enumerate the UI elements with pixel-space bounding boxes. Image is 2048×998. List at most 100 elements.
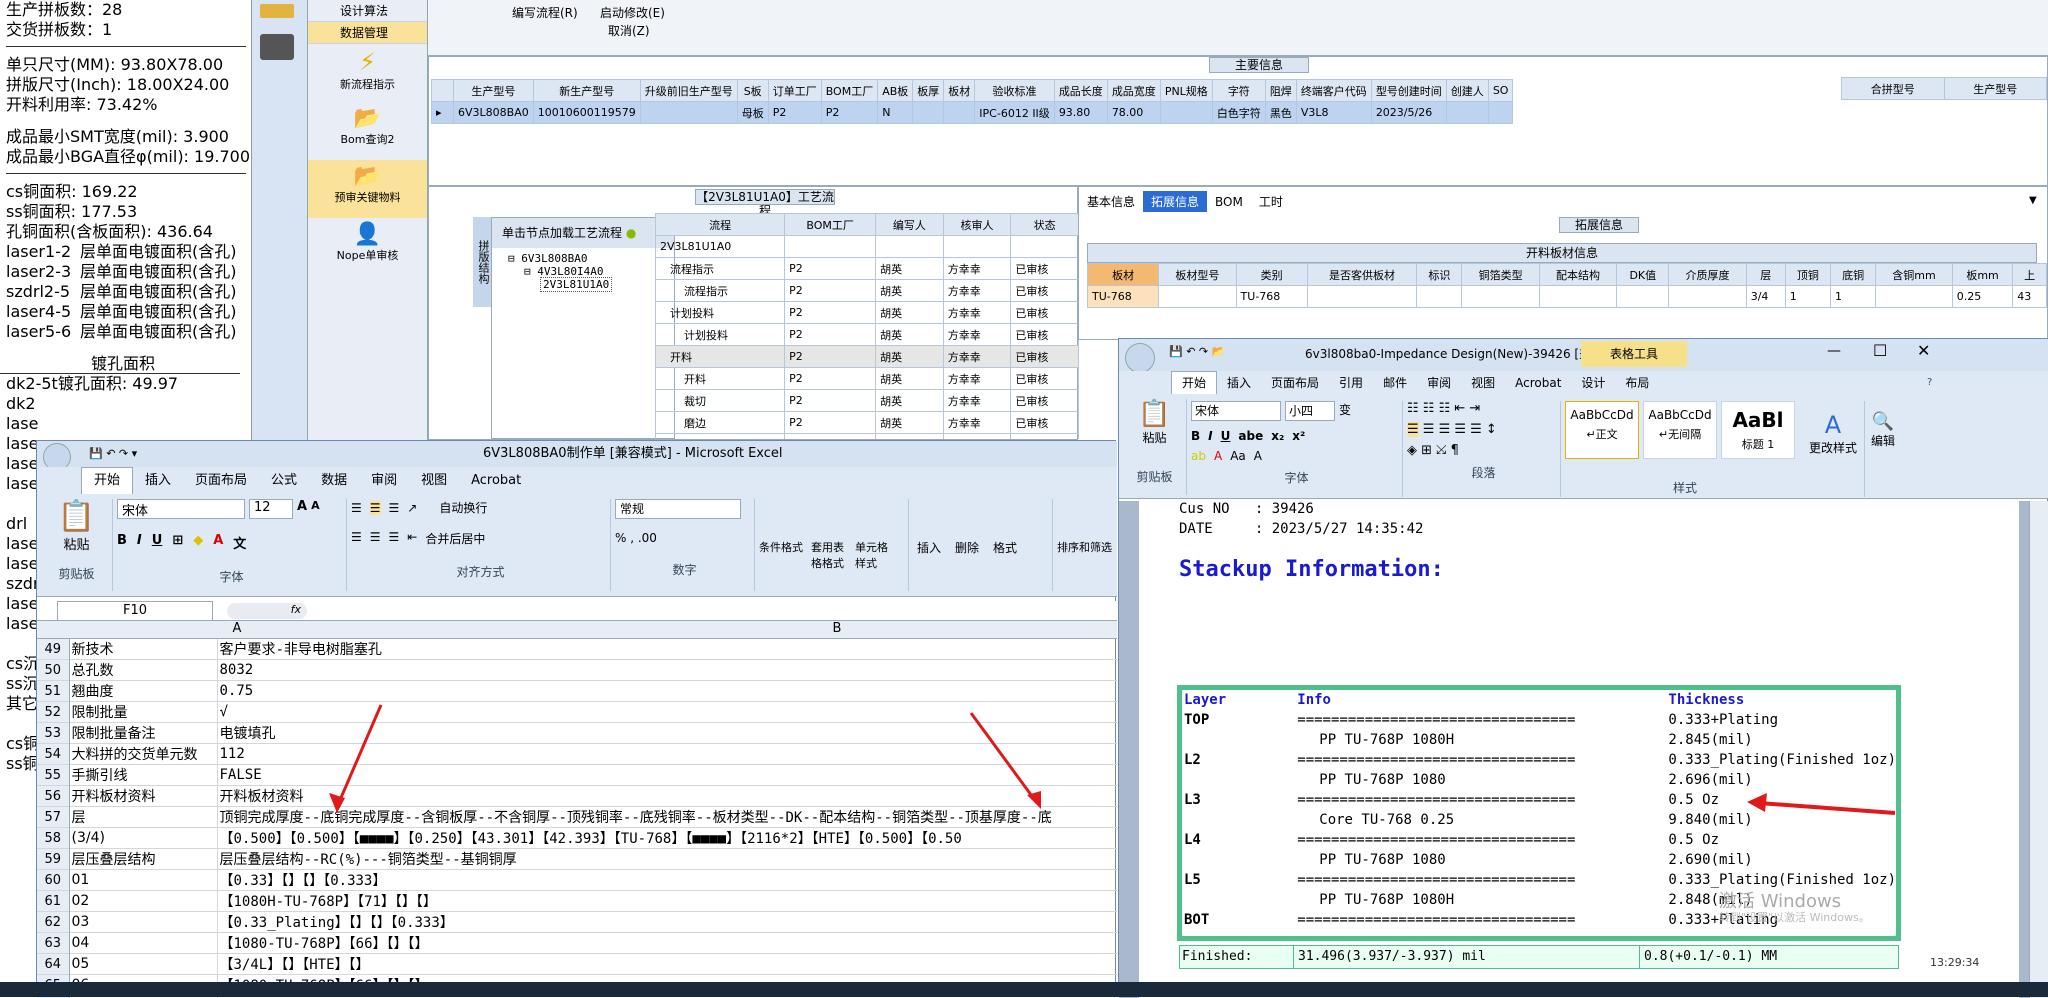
- case-icon[interactable]: Aa: [1230, 449, 1246, 463]
- col-header[interactable]: 创建人: [1446, 80, 1488, 102]
- col-header[interactable]: 成品长度: [1054, 80, 1107, 102]
- col-header[interactable]: 阻焊: [1265, 80, 1296, 102]
- col-header[interactable]: BOM工厂: [821, 80, 878, 102]
- grid-cell[interactable]: [1617, 286, 1669, 308]
- paste-button[interactable]: 粘贴: [1123, 429, 1186, 446]
- taskbar[interactable]: [0, 982, 2048, 997]
- col-header[interactable]: 上: [2013, 264, 2047, 286]
- grid-cell[interactable]: 1: [1830, 286, 1875, 308]
- font-color-icon[interactable]: A: [1214, 449, 1222, 463]
- ribbon-tab[interactable]: 页面布局: [1261, 372, 1329, 394]
- grid-cell[interactable]: P2: [768, 102, 821, 124]
- grid-cell[interactable]: 3/4: [1746, 286, 1785, 308]
- ribbon-tab[interactable]: 设计: [1571, 372, 1615, 394]
- ribbon-tab[interactable]: 审阅: [1417, 372, 1461, 394]
- shading-border-icons[interactable]: ◈ ⊞ ⤩ ¶: [1407, 443, 1560, 458]
- col-header[interactable]: 标识: [1417, 264, 1462, 286]
- list-icons[interactable]: ☷ ☷ ☷ ⇤ ⇥: [1407, 401, 1560, 416]
- list-item[interactable]: 裁切P2胡英方幸幸已审核: [656, 390, 1079, 412]
- col-header[interactable]: 类别: [1236, 264, 1307, 286]
- bom-query-button[interactable]: 📂Bom查询2: [308, 102, 427, 160]
- list-item[interactable]: 开料P2胡英方幸幸已审核: [656, 346, 1079, 368]
- grid-cell[interactable]: [1446, 102, 1488, 124]
- col-header[interactable]: 铜箔类型: [1462, 264, 1539, 286]
- prereview-material-button[interactable]: 📂预审关键物料: [308, 160, 427, 218]
- ribbon-tab[interactable]: 引用: [1329, 372, 1373, 394]
- grid-cell[interactable]: [1417, 286, 1462, 308]
- col-header[interactable]: 验收标准: [975, 80, 1055, 102]
- close-icon[interactable]: ✕: [1917, 341, 1930, 360]
- col-header[interactable]: SO: [1488, 80, 1513, 102]
- ribbon-tab[interactable]: 邮件: [1373, 372, 1417, 394]
- col-header[interactable]: 底铜: [1830, 264, 1875, 286]
- grid-cell[interactable]: [944, 102, 975, 124]
- grid-cell[interactable]: 93.80: [1054, 102, 1107, 124]
- change-styles-button[interactable]: A更改样式: [1805, 411, 1861, 456]
- col-header[interactable]: 编写人: [876, 214, 944, 236]
- grid-cell[interactable]: [1669, 286, 1746, 308]
- table-tools-tab[interactable]: 表格工具: [1581, 341, 1687, 367]
- grid-cell[interactable]: [913, 102, 944, 124]
- ribbon-tab[interactable]: 插入: [1217, 372, 1261, 394]
- col-header[interactable]: DK值: [1617, 264, 1669, 286]
- list-item[interactable]: 计划投料P2胡英方幸幸已审核: [656, 302, 1079, 324]
- edit-button[interactable]: 🔍编辑: [1871, 411, 1895, 449]
- help-icon[interactable]: ?: [1927, 377, 1932, 388]
- chevron-down-icon[interactable]: ▼: [2029, 195, 2037, 206]
- highlight-icon[interactable]: ab: [1191, 449, 1206, 463]
- grid-cell[interactable]: 2023/5/26: [1371, 102, 1446, 124]
- col-header[interactable]: 板厚: [913, 80, 944, 102]
- grid-cell[interactable]: [1876, 286, 1953, 308]
- col-header[interactable]: 顶铜: [1785, 264, 1830, 286]
- nav-item-design[interactable]: 设计算法: [308, 0, 427, 22]
- grid-cell[interactable]: 10010600119579: [533, 102, 640, 124]
- ribbon-tab[interactable]: 布局: [1615, 372, 1659, 394]
- list-item[interactable]: 2V3L81U1A0: [656, 236, 1079, 258]
- subscript-icon[interactable]: x₂: [1271, 429, 1284, 443]
- col-header[interactable]: 核审人: [943, 214, 1011, 236]
- style-gallery-item[interactable]: AaBbCcDd↵正文: [1565, 401, 1639, 459]
- underline-icon[interactable]: U: [1221, 429, 1231, 443]
- col-header[interactable]: 板材型号: [1159, 264, 1236, 286]
- tab-ext[interactable]: 基本信息: [1079, 191, 1143, 212]
- grid-cell[interactable]: 母板: [737, 102, 768, 124]
- superscript-icon[interactable]: x²: [1292, 429, 1305, 443]
- col-header[interactable]: 型号创建时间: [1371, 80, 1446, 102]
- grid-cell[interactable]: 43: [2013, 286, 2047, 308]
- grid-cell[interactable]: N: [878, 102, 913, 124]
- list-item[interactable]: 圆角P2胡英方幸幸已审核: [656, 434, 1079, 440]
- font-size-select[interactable]: 小四: [1285, 401, 1335, 421]
- grid-cell[interactable]: [1307, 286, 1417, 308]
- maximize-icon[interactable]: ☐: [1873, 341, 1887, 360]
- grid-cell[interactable]: 黑色: [1265, 102, 1296, 124]
- vertical-scrollbar[interactable]: [2029, 501, 2048, 998]
- grid-cell[interactable]: [1160, 102, 1212, 124]
- toolbox-icon[interactable]: [260, 4, 294, 18]
- start-modify-button[interactable]: 启动修改(E): [600, 4, 665, 21]
- office-button[interactable]: [1125, 343, 1155, 373]
- col-header[interactable]: 板mm: [1952, 264, 2013, 286]
- list-item[interactable]: 开料P2胡英方幸幸已审核: [656, 368, 1079, 390]
- minimize-icon[interactable]: —: [1827, 343, 1841, 359]
- col-header[interactable]: 配本结构: [1539, 264, 1616, 286]
- nav-item-data[interactable]: 数据管理: [308, 22, 427, 44]
- tab-ext[interactable]: 工时: [1251, 191, 1291, 212]
- grid-cell[interactable]: 0.25: [1952, 286, 2013, 308]
- col-header[interactable]: 成品宽度: [1107, 80, 1160, 102]
- style-gallery-item[interactable]: AaBbCcDd↵无间隔: [1643, 401, 1717, 459]
- col-header[interactable]: 介质厚度: [1669, 264, 1746, 286]
- strike-icon[interactable]: abe: [1238, 429, 1263, 443]
- tab-ext[interactable]: 拓展信息: [1143, 191, 1207, 212]
- grid-cell[interactable]: P2: [821, 102, 878, 124]
- col-header[interactable]: S板: [737, 80, 768, 102]
- calculator-icon[interactable]: [260, 34, 294, 60]
- ribbon-tab[interactable]: 开始: [1171, 371, 1217, 394]
- italic-icon[interactable]: I: [1208, 429, 1212, 443]
- style-gallery-item[interactable]: AaBl标题 1: [1721, 401, 1795, 459]
- nope-review-button[interactable]: 👤Nope单审核: [308, 218, 427, 276]
- ribbon-tab[interactable]: 视图: [1461, 372, 1505, 394]
- col-header[interactable]: AB板: [878, 80, 913, 102]
- col-header[interactable]: 流程: [656, 214, 785, 236]
- col-header[interactable]: 含铜mm: [1876, 264, 1953, 286]
- list-item[interactable]: 磨边P2胡英方幸幸已审核: [656, 412, 1079, 434]
